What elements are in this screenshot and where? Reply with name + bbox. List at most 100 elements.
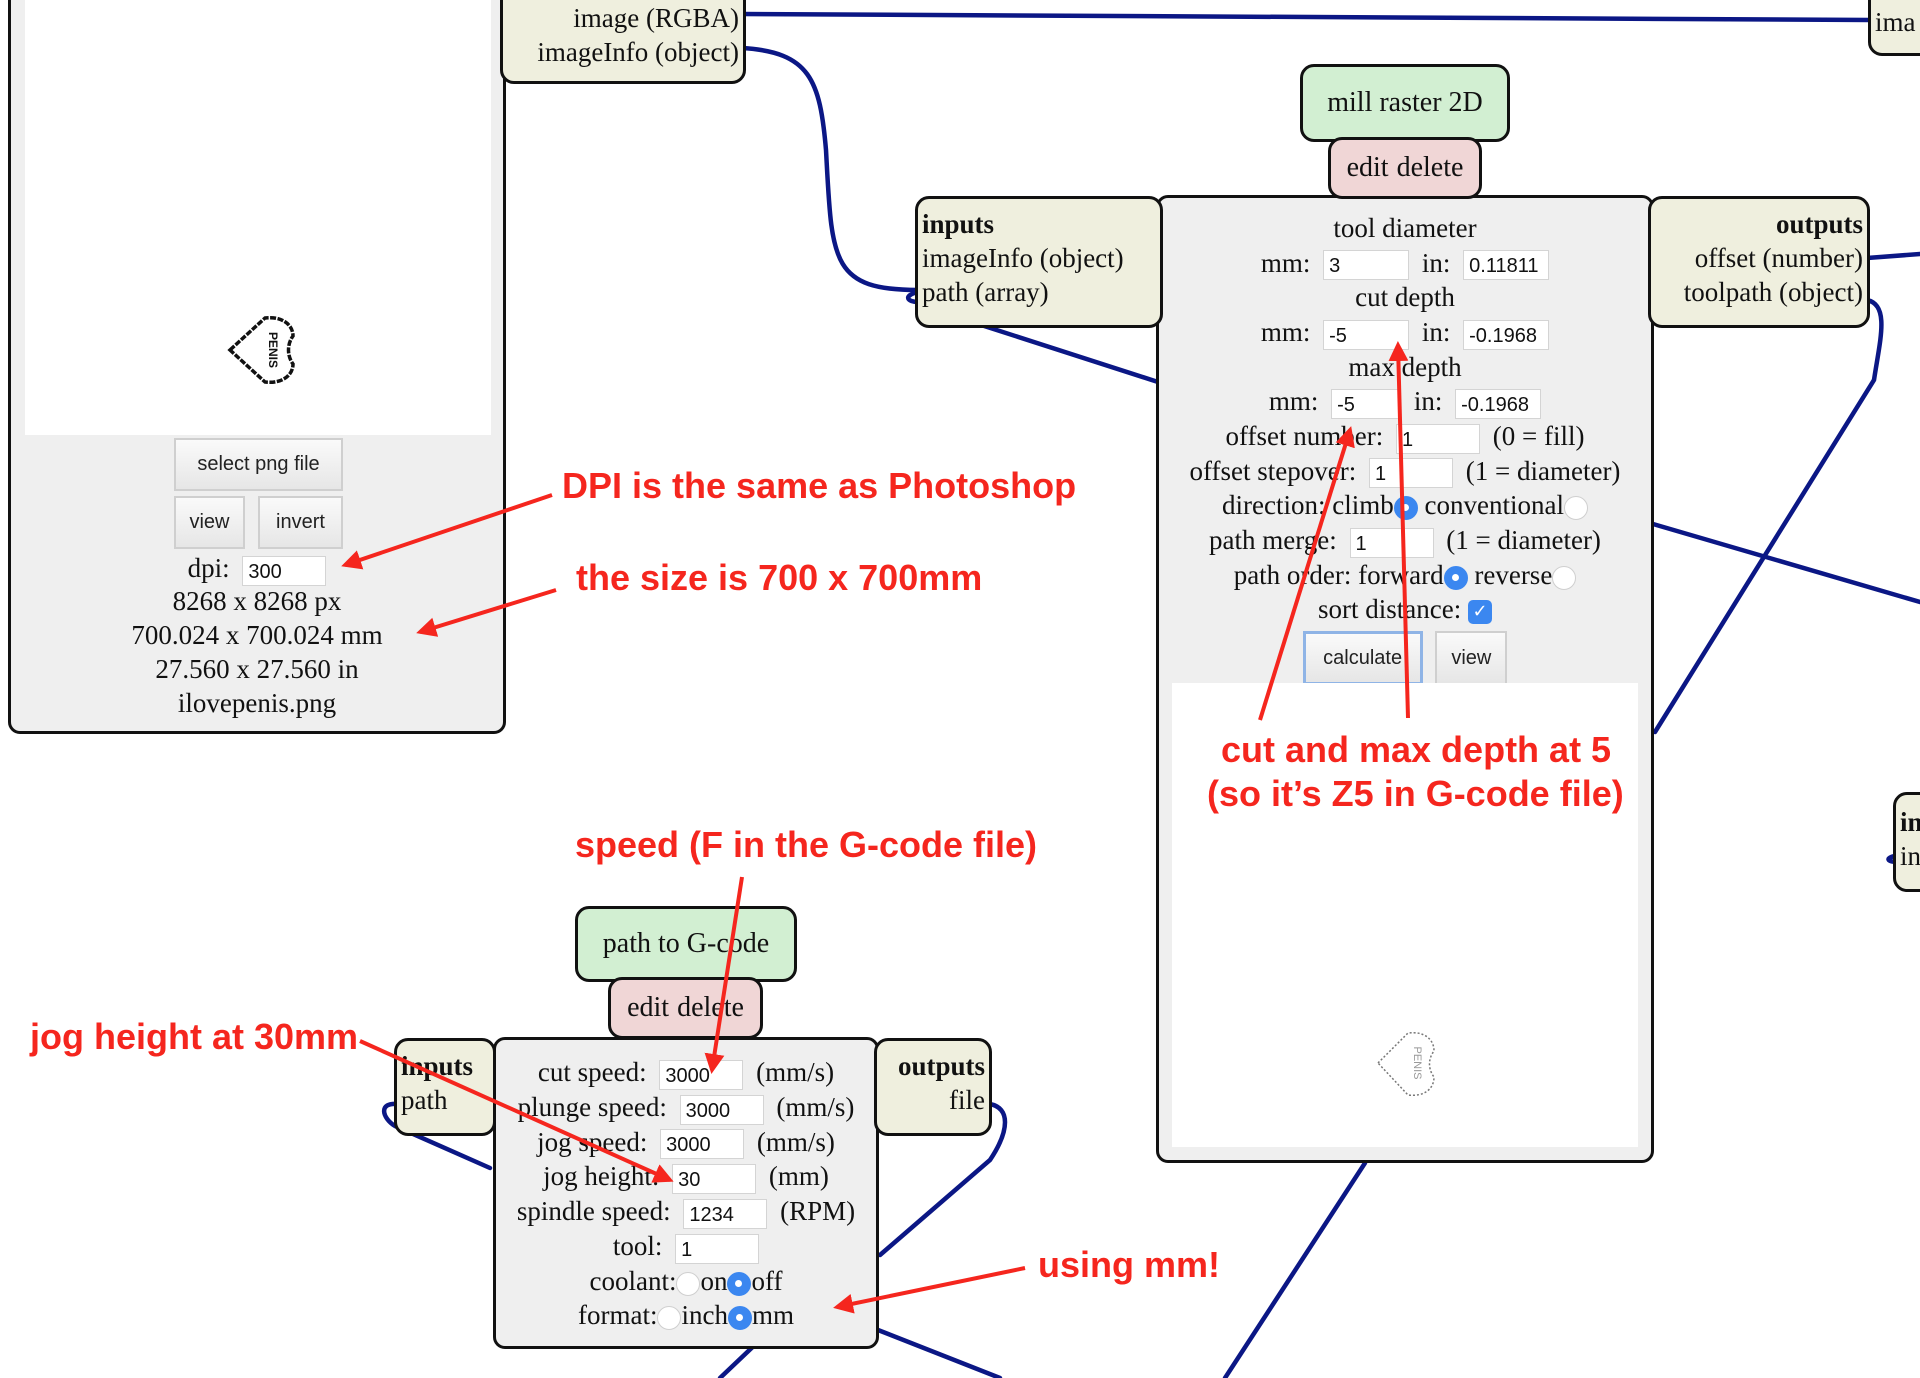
select-png-file-button[interactable]: select png file	[174, 438, 343, 491]
sort-distance-checkbox[interactable]: ✓	[1467, 600, 1492, 625]
jog-speed-input[interactable]: 3000	[660, 1129, 745, 1160]
jog-height-input[interactable]: 30	[672, 1164, 757, 1195]
mill-raster-title[interactable]: mill raster 2D	[1300, 64, 1510, 142]
output-imageinfo[interactable]: imageInfo (object)	[507, 35, 739, 69]
image-view-button[interactable]: view	[174, 496, 245, 549]
annotation-speed: speed (F in the G-code file)	[575, 824, 1038, 865]
coolant-off-radio[interactable]	[727, 1271, 752, 1296]
tool-diameter-heading: tool diameter	[1333, 213, 1477, 243]
offscreen-node-mid-right: in in	[1893, 792, 1920, 892]
sort-distance-label: sort distance:	[1318, 594, 1462, 625]
tool-diameter-mm-input[interactable]: 3	[1323, 250, 1410, 281]
wire-mill-offset-out	[1864, 251, 1920, 261]
conventional-radio[interactable]	[1563, 496, 1588, 521]
dpi-input[interactable]: 300	[242, 555, 327, 586]
max-depth-mm-input[interactable]: -5	[1331, 388, 1402, 419]
offscreen-node-top-right-label[interactable]: ima	[1875, 5, 1920, 39]
jog-speed-label: jog speed:	[537, 1126, 648, 1157]
image-preview: PENIS	[25, 0, 491, 435]
cut-speed-input[interactable]: 3000	[659, 1059, 744, 1090]
forward-radio[interactable]	[1443, 565, 1468, 590]
direction-label: direction:	[1222, 490, 1326, 521]
path-merge-input[interactable]: 1	[1349, 527, 1434, 558]
size-px: 8268 x 8268 px	[172, 586, 342, 616]
offset-number-input[interactable]: 1	[1396, 423, 1480, 454]
gcode-outputs-port: outputs file	[874, 1038, 992, 1136]
svg-text:PENIS: PENIS	[266, 332, 280, 368]
annotation-depth-line2: (so it’s Z5 in G-code file)	[1207, 773, 1624, 814]
path-merge-hint: (1 = diameter)	[1446, 524, 1601, 555]
dpi-row: dpi: 300	[11, 551, 503, 586]
annotation-jog: jog height at 30mm	[30, 1016, 359, 1057]
reverse-radio[interactable]	[1552, 565, 1577, 590]
size-in: 27.560 x 27.560 in	[155, 654, 359, 684]
format-label: format:	[578, 1300, 658, 1331]
jog-speed-unit: (mm/s)	[756, 1126, 835, 1157]
coolant-off-label: off	[751, 1265, 783, 1296]
mill-view-button[interactable]: view	[1435, 630, 1508, 685]
cut-depth-mm-input[interactable]: -5	[1323, 319, 1410, 350]
mill-delete-button[interactable]: delete	[1397, 152, 1464, 184]
plunge-speed-input[interactable]: 3000	[679, 1094, 764, 1125]
cut-depth-in-input[interactable]: -0.1968	[1463, 319, 1550, 350]
gcode-edit-delete: edit delete	[608, 977, 763, 1039]
max-depth-in-input[interactable]: -0.1968	[1455, 388, 1542, 419]
offset-stepover-hint: (1 = diameter)	[1465, 455, 1621, 486]
offset-stepover-input[interactable]: 1	[1369, 458, 1454, 489]
wire-mill-input-diag	[975, 321, 1161, 385]
tool-diameter-in-input[interactable]: 0.11811	[1463, 250, 1550, 281]
invert-button[interactable]: invert	[258, 496, 343, 549]
annotation-dpi: DPI is the same as Photoshop	[562, 465, 1077, 506]
plunge-speed-row: plunge speed: 3000 (mm/s)	[496, 1090, 876, 1125]
input-path[interactable]: path	[401, 1083, 489, 1117]
climb-radio[interactable]	[1393, 496, 1418, 521]
offscreen-node-mid-right-input[interactable]: in	[1900, 839, 1920, 873]
gcode-title[interactable]: path to G-code	[575, 906, 797, 982]
reverse-label: reverse	[1474, 559, 1553, 590]
wire-image-to-right	[739, 11, 1873, 23]
plunge-speed-label: plunge speed:	[517, 1091, 667, 1122]
gcode-delete-button[interactable]: delete	[677, 992, 744, 1024]
spindle-speed-row: spindle speed: 1234 (RPM)	[496, 1194, 876, 1229]
wire-imageinfo-to-mill	[739, 45, 921, 293]
coolant-label: coolant:	[589, 1265, 677, 1296]
format-row: format: inch mm	[496, 1298, 876, 1333]
forward-label: forward	[1358, 559, 1444, 590]
tool-input[interactable]: 1	[675, 1233, 760, 1264]
output-toolpath[interactable]: toolpath (object)	[1655, 275, 1863, 309]
format-inch-label: inch	[681, 1300, 728, 1331]
output-offset[interactable]: offset (number)	[1655, 241, 1863, 275]
output-image-rgba[interactable]: image (RGBA)	[507, 1, 739, 35]
gcode-outputs-header: outputs	[897, 1051, 985, 1081]
format-inch-radio[interactable]	[657, 1306, 682, 1331]
format-mm-radio[interactable]	[727, 1306, 752, 1331]
format-mm-label: mm	[751, 1300, 794, 1331]
svg-text:PENIS: PENIS	[1411, 1046, 1423, 1079]
input-imageinfo[interactable]: imageInfo (object)	[922, 241, 1156, 275]
tool-row: tool: 1	[496, 1229, 876, 1264]
image-outputs-port: image (RGBA) imageInfo (object)	[500, 0, 746, 84]
calculate-button[interactable]: calculate	[1302, 630, 1423, 685]
output-file[interactable]: file	[881, 1083, 985, 1117]
coolant-row: coolant: on off	[496, 1264, 876, 1299]
path-merge-label: path merge:	[1209, 524, 1337, 555]
filename: ilovepenis.png	[177, 688, 337, 718]
toolpath-heart-icon: PENIS	[1376, 1031, 1435, 1097]
wire-mill-bottom-out	[1222, 1160, 1368, 1378]
offset-stepover-row: offset stepover: 1 (1 = diameter)	[1159, 454, 1651, 489]
size-mm: 700.024 x 700.024 mm	[131, 620, 383, 650]
coolant-on-radio[interactable]	[676, 1271, 701, 1296]
wire-toolpath-loop	[1652, 297, 1884, 735]
spindle-speed-input[interactable]: 1234	[683, 1198, 768, 1229]
plunge-speed-unit: (mm/s)	[776, 1091, 855, 1122]
sort-distance-row: sort distance: ✓	[1159, 592, 1651, 627]
in-label: in:	[1421, 247, 1451, 278]
gcode-inputs-port: inputs path	[394, 1038, 496, 1136]
mill-raster-panel: tool diameter mm: 3 in: 0.11811 cut dept…	[1156, 195, 1654, 1163]
input-path[interactable]: path (array)	[922, 275, 1156, 309]
mill-edit-button[interactable]: edit	[1347, 152, 1389, 184]
offset-number-label: offset number:	[1225, 420, 1384, 451]
path-merge-row: path merge: 1 (1 = diameter)	[1159, 523, 1651, 558]
gcode-edit-button[interactable]: edit	[627, 992, 669, 1024]
in-label: in:	[1421, 316, 1451, 347]
